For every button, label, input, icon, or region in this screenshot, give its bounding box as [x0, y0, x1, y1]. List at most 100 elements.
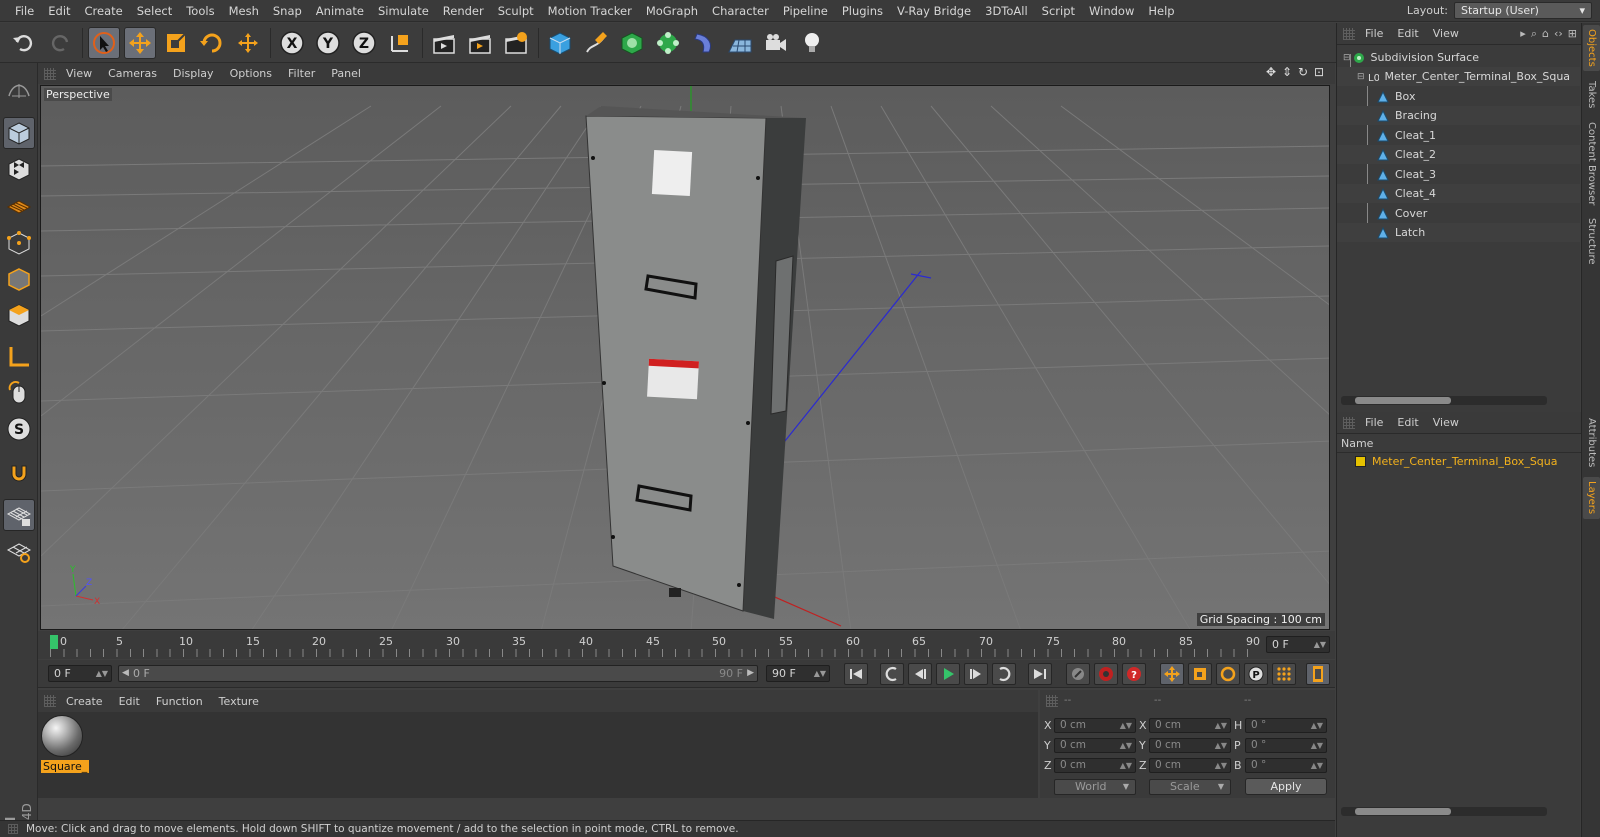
- panel-grip[interactable]: [44, 695, 56, 707]
- enable-snap-button[interactable]: [3, 457, 35, 489]
- spinner-icon[interactable]: ▲▼: [96, 666, 108, 681]
- current-frame-field[interactable]: 0 F ▲▼: [1266, 636, 1330, 653]
- current-frame-marker[interactable]: [50, 635, 58, 649]
- menu-mograph[interactable]: MoGraph: [639, 4, 705, 18]
- spinner-icon[interactable]: ▲▼: [1215, 759, 1227, 772]
- material-manager[interactable]: Square_: [38, 712, 1038, 798]
- material-menu-edit[interactable]: Edit: [119, 695, 140, 708]
- tab-structure[interactable]: Structure: [1583, 213, 1600, 269]
- end-frame-field[interactable]: 90 F ▲▼: [766, 665, 830, 682]
- viewport-menu-filter[interactable]: Filter: [288, 67, 315, 80]
- go-to-end-button[interactable]: [1028, 663, 1052, 685]
- rotate-tool-button[interactable]: [196, 27, 228, 59]
- object-menu-view[interactable]: View: [1433, 27, 1459, 40]
- apply-button[interactable]: Apply: [1245, 778, 1327, 795]
- tab-content-browser[interactable]: Content Browser: [1583, 119, 1600, 209]
- add-cloner-button[interactable]: [652, 27, 684, 59]
- planar-workplane-button[interactable]: [3, 535, 35, 567]
- start-frame-field[interactable]: 0 F ▲▼: [48, 665, 112, 682]
- add-subdivision-surface-button[interactable]: [616, 27, 648, 59]
- zoom-view-icon[interactable]: ⇕: [1281, 66, 1293, 78]
- viewport-menu-options[interactable]: Options: [230, 67, 272, 80]
- viewport-menu-view[interactable]: View: [66, 67, 92, 80]
- make-editable-button[interactable]: [3, 73, 35, 105]
- object-row[interactable]: Box: [1337, 87, 1581, 106]
- transform-tool-button[interactable]: [232, 27, 264, 59]
- tab-layers[interactable]: Layers: [1583, 477, 1600, 519]
- next-frame-button[interactable]: [964, 663, 988, 685]
- workplane-mode-button[interactable]: [3, 189, 35, 221]
- redo-button[interactable]: [44, 27, 76, 59]
- viewport-menu-display[interactable]: Display: [173, 67, 214, 80]
- layer-menu-edit[interactable]: Edit: [1397, 416, 1418, 429]
- menu-tools[interactable]: Tools: [179, 4, 221, 18]
- coordinate-space-select[interactable]: World ▼: [1054, 779, 1136, 795]
- tab-attributes[interactable]: Attributes: [1583, 413, 1600, 473]
- add-light-button[interactable]: [796, 27, 828, 59]
- back-icon[interactable]: ‹›: [1554, 27, 1563, 41]
- add-floor-button[interactable]: [724, 27, 756, 59]
- key-position-button[interactable]: [1160, 663, 1184, 685]
- collapse-icon[interactable]: ⊟: [1357, 72, 1365, 82]
- size-x-field[interactable]: 0 cm ▲▼: [1149, 718, 1231, 733]
- key-scale-button[interactable]: [1188, 663, 1212, 685]
- play-forward-button[interactable]: [936, 663, 960, 685]
- object-row[interactable]: Bracing: [1337, 106, 1581, 125]
- layer-menu-view[interactable]: View: [1433, 416, 1459, 429]
- menu-snap[interactable]: Snap: [266, 4, 309, 18]
- points-mode-button[interactable]: [3, 227, 35, 259]
- tab-objects[interactable]: Objects: [1583, 25, 1600, 71]
- render-view-button[interactable]: [428, 27, 460, 59]
- terminal-box-model[interactable]: [585, 106, 806, 619]
- panel-grip[interactable]: [1343, 416, 1355, 429]
- layout-select[interactable]: Startup (User) ▾: [1454, 2, 1592, 19]
- render-settings-button[interactable]: [500, 27, 532, 59]
- position-z-field[interactable]: 0 cm ▲▼: [1054, 758, 1136, 773]
- menu-select[interactable]: Select: [130, 4, 179, 18]
- menu-help[interactable]: Help: [1141, 4, 1181, 18]
- add-deformer-button[interactable]: [688, 27, 720, 59]
- menu-window[interactable]: Window: [1082, 4, 1141, 18]
- viewport-camera-label[interactable]: Perspective: [44, 88, 112, 101]
- go-to-start-button[interactable]: [844, 663, 868, 685]
- record-keys-button[interactable]: [1066, 663, 1090, 685]
- object-menu-file[interactable]: File: [1365, 27, 1383, 40]
- 3d-viewport[interactable]: Y X Z Perspective Grid Spacing : 100 cm: [40, 85, 1330, 630]
- object-row[interactable]: Cleat_2: [1337, 145, 1581, 164]
- tab-takes[interactable]: Takes: [1583, 75, 1600, 115]
- preview-range-slider[interactable]: ◀ 0 F 90 F ▶: [118, 665, 758, 682]
- material-name-label[interactable]: Square_: [41, 760, 90, 773]
- model-mode-button[interactable]: [3, 117, 35, 149]
- add-cube-button[interactable]: [544, 27, 576, 59]
- object-row[interactable]: Cleat_3: [1337, 165, 1581, 184]
- layer-menu-file[interactable]: File: [1365, 416, 1383, 429]
- spinner-icon[interactable]: ▲▼: [1120, 739, 1132, 752]
- snapping-button[interactable]: S: [3, 413, 35, 445]
- menu-vray-bridge[interactable]: V-Ray Bridge: [890, 4, 978, 18]
- previous-keyframe-button[interactable]: [880, 663, 904, 685]
- panel-grip[interactable]: [8, 824, 18, 834]
- expand-arrow-icon[interactable]: ▸: [1520, 27, 1526, 41]
- x-axis-lock-button[interactable]: X: [276, 27, 308, 59]
- spinner-icon[interactable]: ▲▼: [1311, 739, 1323, 752]
- rotation-h-field[interactable]: 0 ° ▲▼: [1245, 718, 1327, 733]
- object-row[interactable]: Latch: [1337, 223, 1581, 242]
- key-pla-button[interactable]: [1272, 663, 1296, 685]
- viewport-menu-panel[interactable]: Panel: [331, 67, 361, 80]
- object-row[interactable]: Cleat_4: [1337, 184, 1581, 203]
- orbit-view-icon[interactable]: ↻: [1297, 66, 1309, 78]
- menu-pipeline[interactable]: Pipeline: [776, 4, 835, 18]
- spinner-icon[interactable]: ▲▼: [1120, 759, 1132, 772]
- render-to-picture-viewer-button[interactable]: [464, 27, 496, 59]
- layer-color-swatch[interactable]: [1355, 456, 1366, 467]
- material-menu-texture[interactable]: Texture: [219, 695, 259, 708]
- size-y-field[interactable]: 0 cm ▲▼: [1149, 738, 1231, 753]
- texture-mode-button[interactable]: [3, 153, 35, 185]
- spinner-icon[interactable]: ▲▼: [1311, 719, 1323, 732]
- menu-3dtoall[interactable]: 3DToAll: [978, 4, 1035, 18]
- home-icon[interactable]: ⌂: [1542, 27, 1549, 41]
- spinner-icon[interactable]: ▲▼: [1120, 719, 1132, 732]
- y-axis-lock-button[interactable]: Y: [312, 27, 344, 59]
- menu-motion-tracker[interactable]: Motion Tracker: [541, 4, 639, 18]
- size-z-field[interactable]: 0 cm ▲▼: [1149, 758, 1231, 773]
